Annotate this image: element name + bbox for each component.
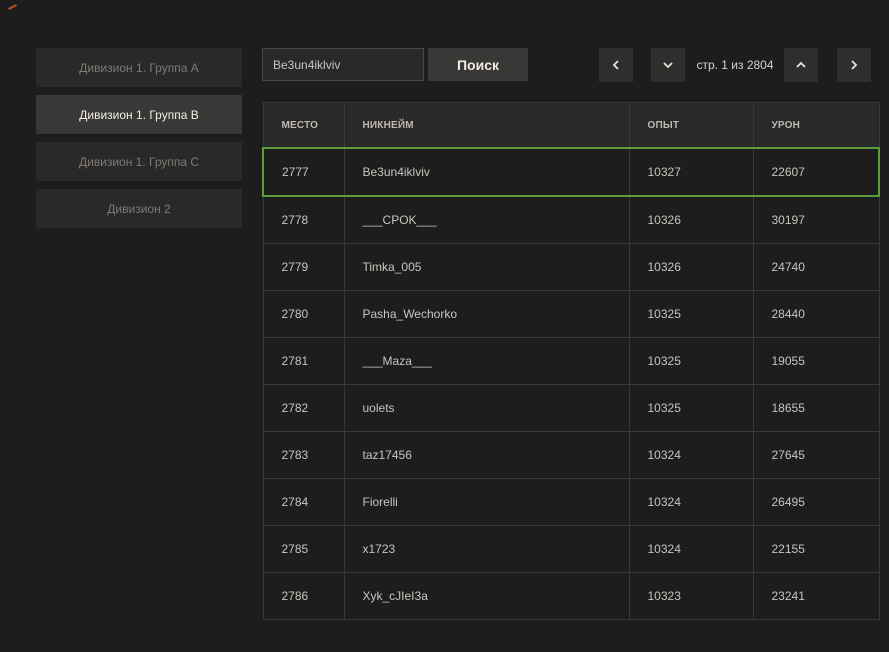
rank-cell: 2782	[262, 384, 345, 432]
rank-cell: 2779	[262, 243, 345, 291]
damage-cell: 26495	[752, 478, 880, 526]
table-row-highlighted: 2777 Be3un4iklviv 10327 22607	[262, 147, 880, 197]
sidebar-item-division-1-group-b[interactable]: Дивизион 1. Группа B	[36, 95, 242, 134]
table-header-row: МЕСТО НИКНЕЙМ ОПЫТ УРОН	[262, 102, 880, 149]
experience-cell: 10324	[628, 478, 754, 526]
nickname-cell: Xyk_cJIeI3a	[343, 572, 630, 620]
damage-cell: 19055	[752, 337, 880, 385]
experience-cell: 10326	[628, 243, 754, 291]
page-indicator: стр. 1 из 2804	[696, 58, 774, 72]
table-row: 2783 taz17456 10324 27645	[262, 431, 880, 479]
experience-cell: 10324	[628, 525, 754, 573]
damage-cell: 27645	[752, 431, 880, 479]
nickname-cell: uolets	[343, 384, 630, 432]
table-row: 2778 ___CPOK___ 10326 30197	[262, 195, 880, 244]
leaderboard-table: МЕСТО НИКНЕЙМ ОПЫТ УРОН 2777 Be3un4iklviv…	[262, 102, 880, 620]
search-input[interactable]	[262, 48, 424, 81]
nickname-cell: Fiorelli	[343, 478, 630, 526]
nickname-cell: ___CPOK___	[343, 195, 630, 244]
experience-cell: 10325	[628, 337, 754, 385]
division-sidebar: Дивизион 1. Группа A Дивизион 1. Группа …	[36, 48, 242, 236]
column-header-nickname[interactable]: НИКНЕЙМ	[343, 102, 630, 149]
corner-accent	[8, 4, 17, 10]
table-row: 2784 Fiorelli 10324 26495	[262, 478, 880, 526]
rank-cell: 2783	[262, 431, 345, 479]
sidebar-item-division-1-group-a[interactable]: Дивизион 1. Группа A	[36, 48, 242, 87]
search-button[interactable]: Поиск	[428, 48, 528, 81]
column-header-rank[interactable]: МЕСТО	[262, 102, 345, 149]
damage-cell: 28440	[752, 290, 880, 338]
chevron-up-icon	[796, 61, 806, 68]
chevron-down-icon	[663, 62, 673, 69]
nickname-cell: x1723	[343, 525, 630, 573]
experience-cell: 10325	[628, 290, 754, 338]
rank-cell: 2786	[262, 572, 345, 620]
page-dropdown-button[interactable]	[651, 48, 685, 82]
experience-cell: 10326	[628, 195, 754, 244]
nickname-cell: ___Maza___	[343, 337, 630, 385]
damage-cell: 22607	[752, 147, 880, 197]
experience-cell: 10325	[628, 384, 754, 432]
column-header-experience[interactable]: ОПЫТ	[628, 102, 754, 149]
rank-cell: 2778	[262, 195, 345, 244]
rank-cell: 2784	[262, 478, 345, 526]
nickname-cell: Pasha_Wechorko	[343, 290, 630, 338]
damage-cell: 18655	[752, 384, 880, 432]
chevron-left-icon	[612, 60, 619, 70]
damage-cell: 24740	[752, 243, 880, 291]
rank-cell: 2785	[262, 525, 345, 573]
rank-cell: 2780	[262, 290, 345, 338]
table-row: 2786 Xyk_cJIeI3a 10323 23241	[262, 572, 880, 620]
nickname-cell: taz17456	[343, 431, 630, 479]
nickname-cell: Timka_005	[343, 243, 630, 291]
table-row: 2785 x1723 10324 22155	[262, 525, 880, 573]
sidebar-item-division-2[interactable]: Дивизион 2	[36, 189, 242, 228]
table-row: 2780 Pasha_Wechorko 10325 28440	[262, 290, 880, 338]
column-header-damage[interactable]: УРОН	[752, 102, 880, 149]
next-page-button[interactable]	[837, 48, 871, 82]
rank-cell: 2781	[262, 337, 345, 385]
experience-cell: 10327	[628, 147, 754, 197]
chevron-right-icon	[851, 60, 858, 70]
damage-cell: 23241	[752, 572, 880, 620]
table-row: 2782 uolets 10325 18655	[262, 384, 880, 432]
experience-cell: 10323	[628, 572, 754, 620]
damage-cell: 30197	[752, 195, 880, 244]
rank-cell: 2777	[262, 147, 345, 197]
prev-page-button[interactable]	[599, 48, 633, 82]
damage-cell: 22155	[752, 525, 880, 573]
sidebar-item-division-1-group-c[interactable]: Дивизион 1. Группа C	[36, 142, 242, 181]
experience-cell: 10324	[628, 431, 754, 479]
nickname-cell: Be3un4iklviv	[343, 147, 630, 197]
table-row: 2779 Timka_005 10326 24740	[262, 243, 880, 291]
page-up-button[interactable]	[784, 48, 818, 82]
table-row: 2781 ___Maza___ 10325 19055	[262, 337, 880, 385]
